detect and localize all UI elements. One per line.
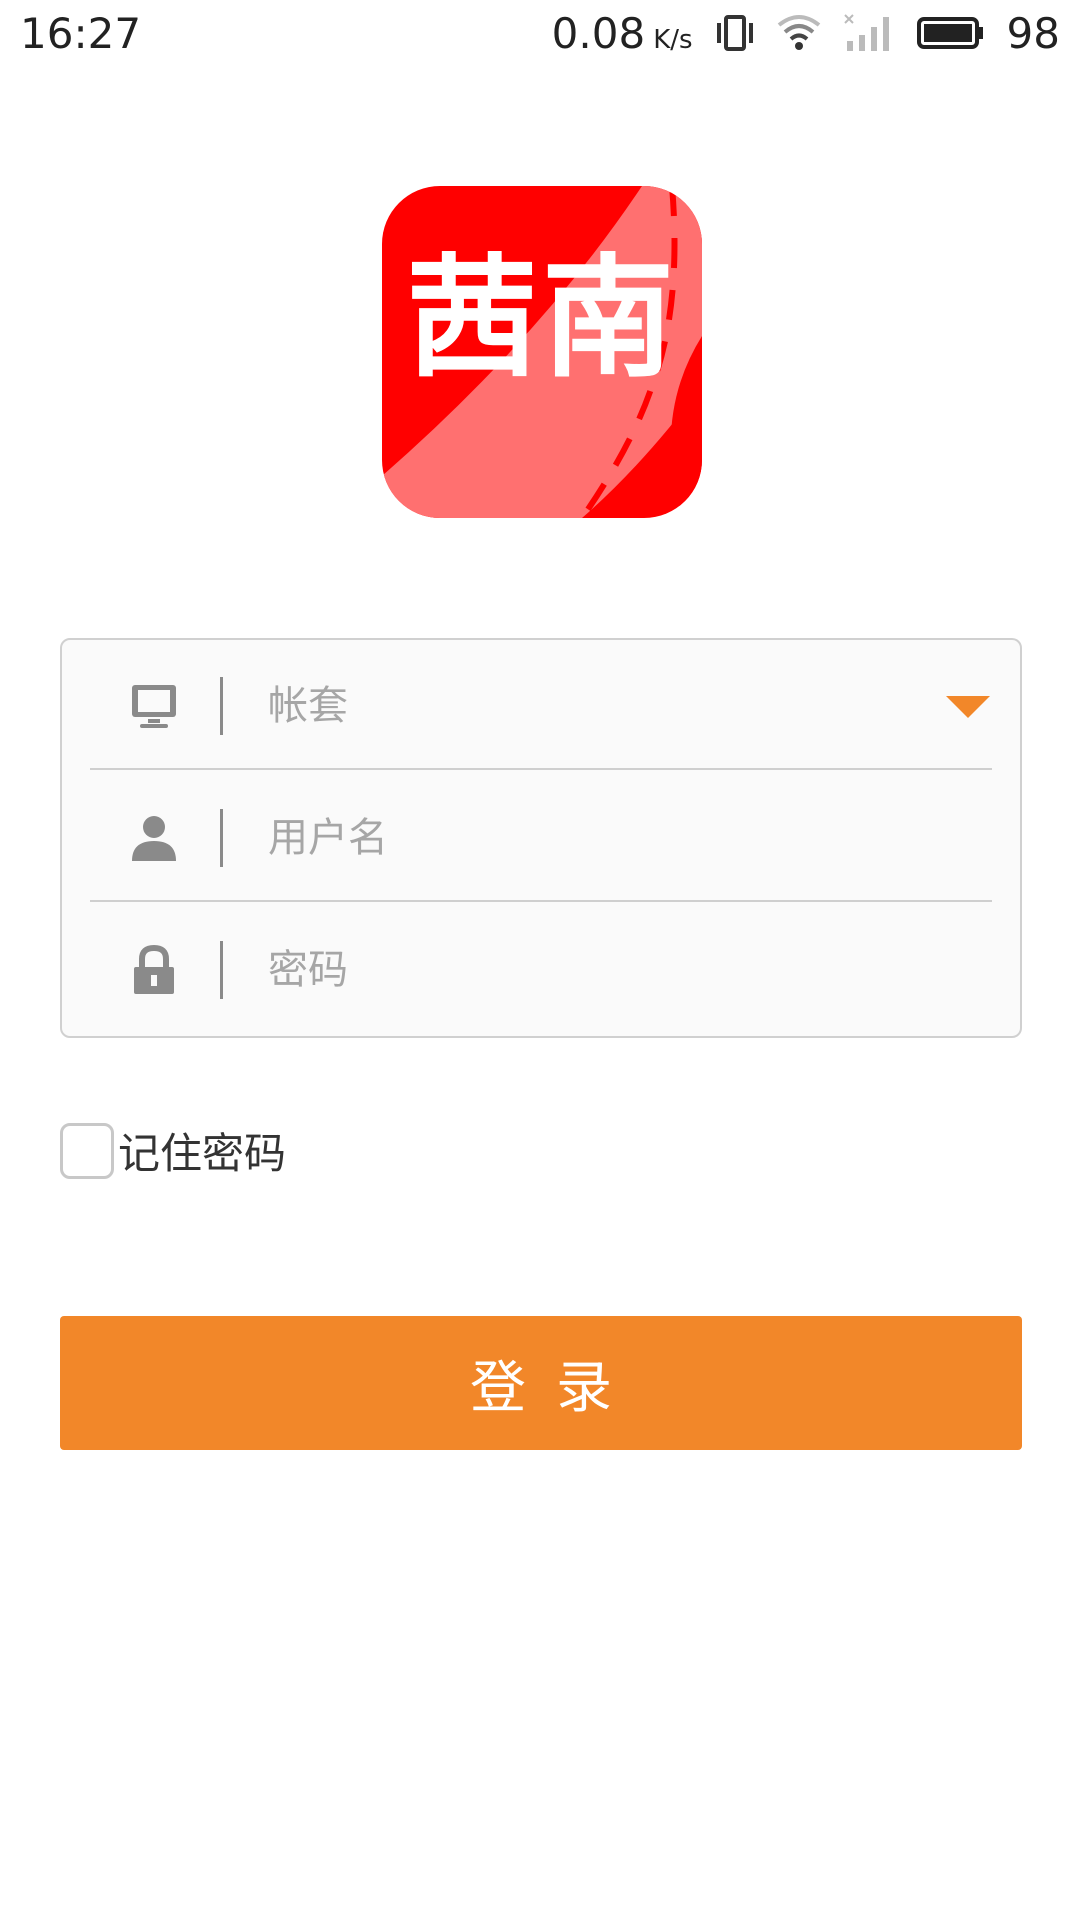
status-bar: 16:27 0.08 K/s 98: [0, 0, 1080, 66]
username-row[interactable]: [62, 772, 1020, 904]
login-form: [60, 638, 1022, 1038]
password-row[interactable]: [62, 904, 1020, 1036]
username-divider: [220, 809, 223, 867]
row-divider-line: [90, 900, 992, 902]
username-input[interactable]: [268, 798, 930, 878]
app-logo: 茜南: [382, 186, 702, 518]
logo-text: 茜南: [406, 242, 678, 396]
vibrate-icon: [715, 13, 755, 53]
signal-icon: [843, 13, 895, 53]
password-input[interactable]: [268, 930, 930, 1010]
user-icon: [132, 816, 176, 861]
monitor-icon: [132, 685, 176, 728]
password-divider: [220, 941, 223, 999]
network-speed-unit: K/s: [653, 24, 693, 55]
row-divider-line: [90, 768, 992, 770]
battery-level: 98: [1006, 8, 1060, 58]
wifi-icon: [777, 13, 821, 53]
remember-password[interactable]: 记住密码: [60, 1120, 286, 1181]
network-speed-value: 0.08: [551, 8, 646, 58]
network-speed: 0.08 K/s: [552, 9, 693, 58]
battery-icon: [916, 15, 985, 51]
status-indicators: 0.08 K/s 98: [552, 9, 1060, 58]
lock-icon: [134, 945, 174, 994]
remember-checkbox[interactable]: [60, 1122, 114, 1179]
account-divider: [220, 677, 223, 735]
status-time: 16:27: [20, 8, 142, 58]
login-button[interactable]: 登录: [60, 1316, 1022, 1450]
account-row[interactable]: [62, 640, 1020, 772]
dropdown-arrow-icon[interactable]: [944, 692, 992, 720]
remember-label[interactable]: 记住密码: [118, 1120, 286, 1181]
account-input[interactable]: [268, 666, 930, 746]
